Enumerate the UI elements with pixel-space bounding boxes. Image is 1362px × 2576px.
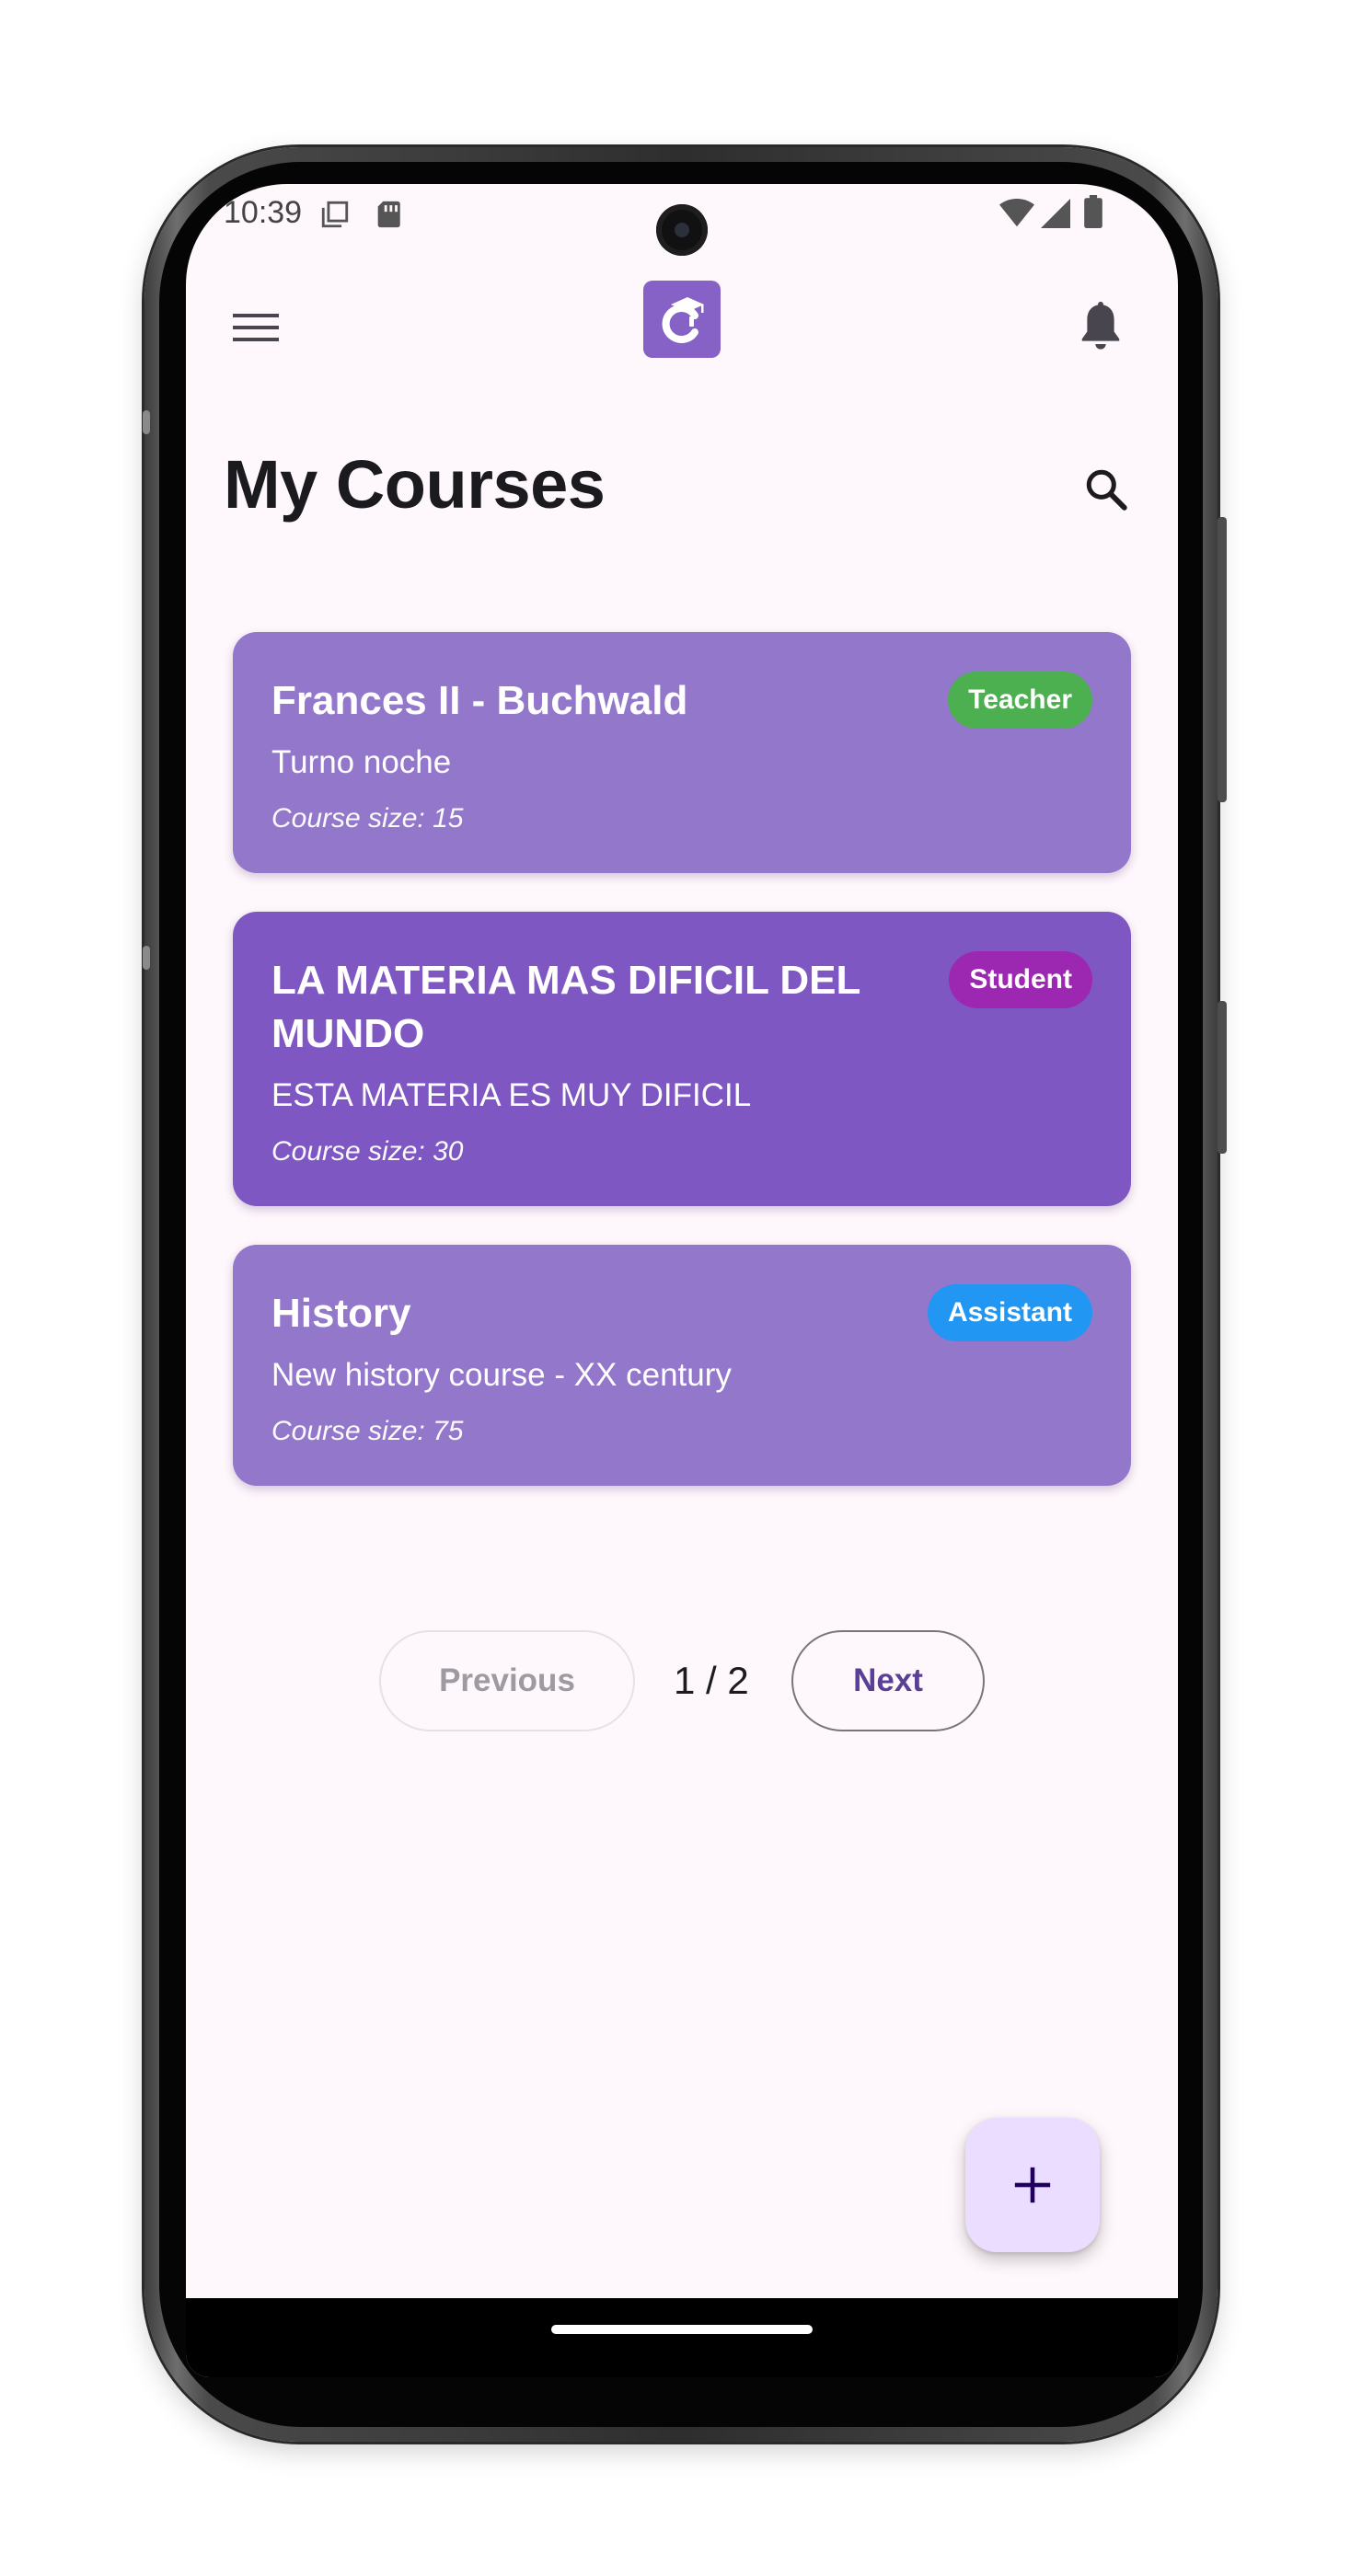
app-screen: 10:39 My Courses Frances II - Buchwald T… <box>186 184 1178 2377</box>
page-title: My Courses <box>224 446 606 523</box>
course-card[interactable]: LA MATERIA MAS DIFICIL DEL MUNDO ESTA MA… <box>233 912 1131 1206</box>
role-badge: Student <box>949 951 1092 1008</box>
screenshot-icon <box>319 199 351 235</box>
bell-icon <box>1081 301 1120 350</box>
front-camera <box>656 204 708 256</box>
left-side-notch <box>143 946 150 970</box>
next-page-button[interactable]: Next <box>791 1630 985 1731</box>
course-size: Course size: 15 <box>271 803 464 834</box>
app-logo-icon <box>662 297 704 343</box>
signal-icon <box>1040 199 1071 233</box>
search-icon <box>1086 469 1127 511</box>
power-button <box>1218 1001 1227 1154</box>
page-indicator: 1 / 2 <box>674 1659 749 1702</box>
status-bar: 10:39 <box>186 184 1178 256</box>
course-card[interactable]: Frances II - Buchwald Turno noche Course… <box>233 632 1131 873</box>
course-title: History <box>271 1291 411 1336</box>
previous-page-button[interactable]: Previous <box>379 1630 635 1731</box>
search-button[interactable] <box>1071 454 1141 524</box>
course-list: Frances II - Buchwald Turno noche Course… <box>233 632 1131 1524</box>
plus-icon <box>1014 2167 1051 2203</box>
role-badge: Assistant <box>927 1284 1092 1341</box>
role-badge: Teacher <box>948 672 1092 729</box>
course-description: ESTA MATERIA ES MUY DIFICIL <box>271 1077 752 1113</box>
course-size: Course size: 30 <box>271 1136 464 1167</box>
notifications-button[interactable] <box>1064 291 1137 364</box>
home-indicator[interactable] <box>551 2325 813 2334</box>
menu-icon <box>233 314 279 341</box>
wifi-icon <box>999 198 1034 233</box>
app-logo <box>643 281 721 358</box>
course-title: LA MATERIA MAS DIFICIL DEL MUNDO <box>271 958 860 1056</box>
course-size: Course size: 75 <box>271 1416 464 1446</box>
sd-card-icon <box>375 199 402 235</box>
course-description: Turno noche <box>271 744 452 780</box>
status-time: 10:39 <box>224 195 303 230</box>
course-title: Frances II - Buchwald <box>271 678 688 723</box>
volume-button <box>1218 517 1227 802</box>
system-navigation-bar <box>186 2298 1178 2377</box>
left-side-notch <box>143 410 150 434</box>
battery-icon <box>1084 195 1102 233</box>
menu-button[interactable] <box>221 293 291 362</box>
pagination: Previous 1 / 2 Next <box>186 1630 1178 1731</box>
course-description: New history course - XX century <box>271 1357 732 1393</box>
course-card[interactable]: History New history course - XX century … <box>233 1245 1131 1486</box>
add-course-button[interactable] <box>965 2118 1100 2252</box>
